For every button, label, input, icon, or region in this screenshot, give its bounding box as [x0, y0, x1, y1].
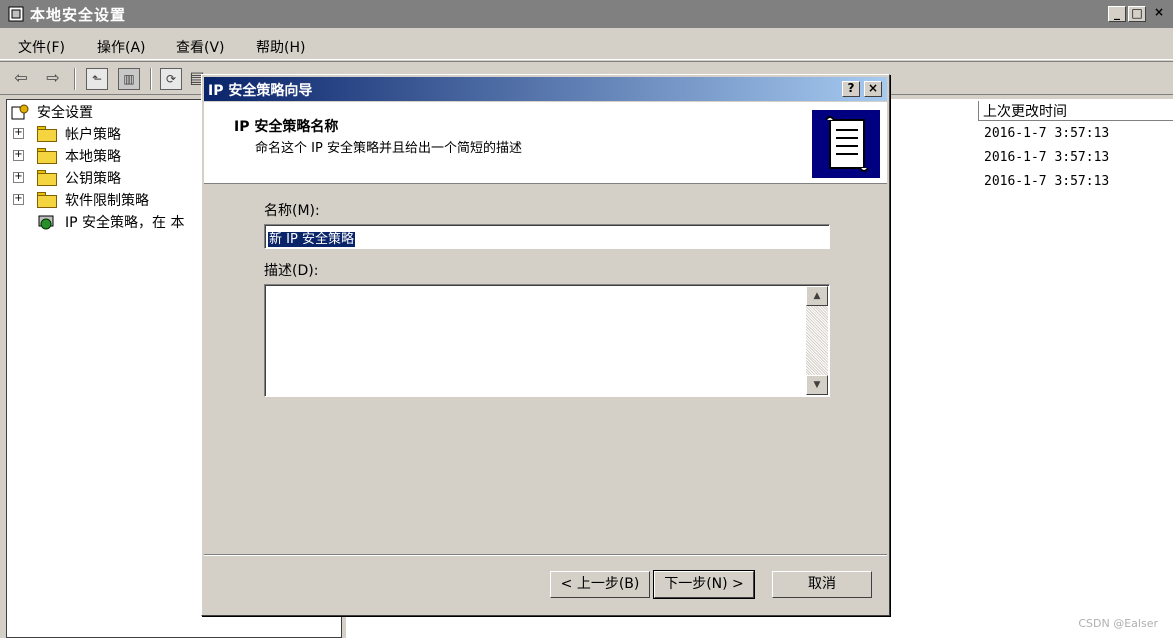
folder-policy-icon	[37, 126, 57, 142]
header-title: IP 安全策略名称	[234, 119, 339, 135]
expand-icon[interactable]: +	[13, 194, 24, 205]
description-scrollbar[interactable]: ▲ ▼	[806, 286, 828, 395]
expand-icon[interactable]: +	[13, 172, 24, 183]
expand-icon[interactable]: +	[13, 150, 24, 161]
maximize-button[interactable]: □	[1128, 6, 1146, 22]
watermark: CSDN @Ealser	[1078, 617, 1158, 630]
show-hide-tree-icon[interactable]: ▥	[118, 68, 140, 90]
tree-item-label: 本地策略	[65, 149, 121, 165]
forward-arrow-icon[interactable]: ⇨	[42, 68, 64, 90]
list-cell: 2016-1-7 3:57:13	[984, 150, 1110, 165]
cancel-button[interactable]: 取消	[772, 571, 872, 598]
tree-item-label: 公钥策略	[65, 171, 121, 187]
minimize-button[interactable]: _	[1108, 6, 1126, 22]
dialog-divider	[204, 554, 887, 556]
menu-help[interactable]: 帮助(H)	[256, 37, 305, 57]
tree-item-label: 帐户策略	[65, 127, 121, 143]
folder-icon	[37, 192, 57, 208]
next-button[interactable]: 下一步(N) >	[653, 570, 755, 599]
dialog-titlebar: IP 安全策略向导 ? ×	[204, 77, 887, 101]
toolbar-separator	[150, 68, 152, 90]
list-cell: 2016-1-7 3:57:13	[984, 126, 1110, 141]
column-header-last-modified[interactable]: 上次更改时间	[978, 101, 1173, 121]
ip-security-policy-wizard-dialog: IP 安全策略向导 ? × IP 安全策略名称 命名这个 IP 安全策略并且给出…	[201, 74, 890, 616]
toolbar-separator	[74, 68, 76, 90]
scroll-document-icon	[812, 110, 880, 178]
dialog-header: IP 安全策略名称 命名这个 IP 安全策略并且给出一个简短的描述	[204, 102, 887, 184]
window-titlebar: 本地安全设置 _ □ ×	[0, 0, 1173, 28]
policy-description-textarea[interactable]: ▲ ▼	[264, 284, 830, 397]
up-folder-icon[interactable]: ⬑	[86, 68, 108, 90]
dialog-title: IP 安全策略向导	[208, 83, 313, 99]
security-settings-icon	[11, 104, 31, 120]
help-button[interactable]: ?	[842, 81, 860, 97]
menu-action[interactable]: 操作(A)	[97, 37, 146, 57]
local-security-app-icon	[8, 6, 24, 22]
ip-security-policy-icon	[37, 214, 57, 230]
policy-name-value: 新 IP 安全策略	[268, 232, 355, 247]
dialog-close-button[interactable]: ×	[864, 81, 882, 97]
expand-icon[interactable]: +	[13, 128, 24, 139]
menu-view[interactable]: 查看(V)	[176, 37, 225, 57]
header-subtitle: 命名这个 IP 安全策略并且给出一个简短的描述	[255, 141, 522, 156]
tree-item-label: 软件限制策略	[65, 193, 149, 209]
menu-file[interactable]: 文件(F)	[18, 37, 65, 57]
list-cell: 2016-1-7 3:57:13	[984, 174, 1110, 189]
close-button[interactable]: ×	[1150, 6, 1168, 22]
name-field-label: 名称(M):	[264, 203, 320, 219]
scroll-up-icon[interactable]: ▲	[806, 286, 828, 306]
back-button[interactable]: < 上一步(B)	[550, 571, 650, 598]
back-arrow-icon[interactable]: ⇦	[10, 68, 32, 90]
folder-icon	[37, 170, 57, 186]
scroll-down-icon[interactable]: ▼	[806, 375, 828, 395]
policy-name-input[interactable]: 新 IP 安全策略	[264, 224, 830, 249]
tree-root-label: 安全设置	[37, 105, 93, 121]
tree-item-label: IP 安全策略，在 本	[65, 215, 185, 231]
window-title: 本地安全设置	[30, 6, 127, 24]
menubar: 文件(F) 操作(A) 查看(V) 帮助(H)	[0, 30, 1173, 60]
description-field-label: 描述(D):	[264, 263, 319, 279]
folder-policy-icon	[37, 148, 57, 164]
refresh-icon[interactable]: ⟳	[160, 68, 182, 90]
